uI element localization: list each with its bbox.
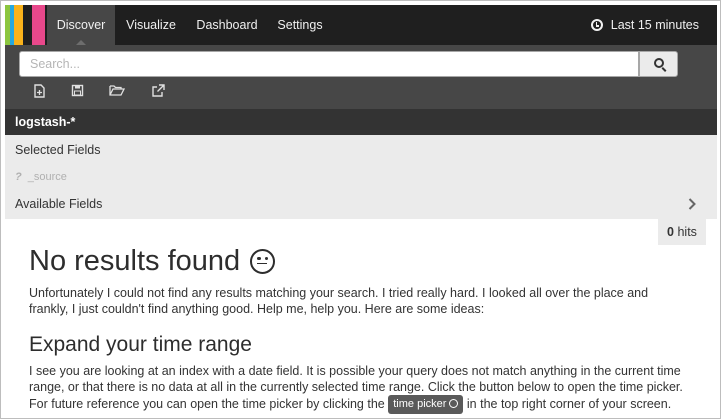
- logo-stripe-yellow: [14, 5, 23, 45]
- expand-time-text: I see you are looking at an index with a…: [29, 363, 689, 414]
- source-field-name: _source: [27, 171, 67, 183]
- app-window: Discover Visualize Dashboard Settings La…: [0, 0, 721, 419]
- search-bar: [5, 45, 717, 109]
- tab-discover[interactable]: Discover: [47, 5, 115, 45]
- no-results-message: Unfortunately I could not find any resul…: [29, 286, 649, 316]
- source-field-item[interactable]: ? _source: [15, 171, 67, 183]
- search-button[interactable]: [639, 51, 678, 77]
- no-results-heading: No results found: [29, 241, 689, 281]
- tab-settings[interactable]: Settings: [269, 5, 331, 45]
- clock-icon: [449, 399, 459, 408]
- logo-stripe-pink: [32, 5, 45, 45]
- sad-face-icon: [250, 248, 276, 274]
- top-navbar: Discover Visualize Dashboard Settings La…: [5, 5, 717, 45]
- share-icon[interactable]: [151, 84, 165, 98]
- save-icon[interactable]: [71, 84, 85, 98]
- new-search-icon[interactable]: [33, 84, 47, 98]
- tab-dashboard[interactable]: Dashboard: [191, 5, 263, 45]
- expand-time-heading: Expand your time range: [29, 333, 252, 356]
- no-results-panel: No results found Unfortunately I could n…: [29, 241, 689, 414]
- clock-icon: [590, 19, 603, 31]
- logo-stripe-gap: [23, 5, 32, 45]
- chevron-right-icon[interactable]: [687, 197, 697, 211]
- index-pattern-title[interactable]: logstash-*: [5, 109, 717, 135]
- available-fields-label: Available Fields: [15, 197, 103, 211]
- open-icon[interactable]: [109, 84, 125, 98]
- search-input[interactable]: [19, 51, 639, 77]
- selected-fields-label: Selected Fields: [15, 143, 101, 157]
- field-list: Selected Fields ? _source Available Field…: [5, 135, 717, 219]
- time-picker-badge[interactable]: time picker: [388, 395, 464, 414]
- unknown-type-icon: ?: [15, 171, 22, 183]
- tab-visualize[interactable]: Visualize: [117, 5, 185, 45]
- time-picker-button[interactable]: Last 15 minutes: [590, 5, 699, 45]
- kibana-logo[interactable]: [5, 5, 49, 45]
- time-range-label: Last 15 minutes: [610, 18, 699, 32]
